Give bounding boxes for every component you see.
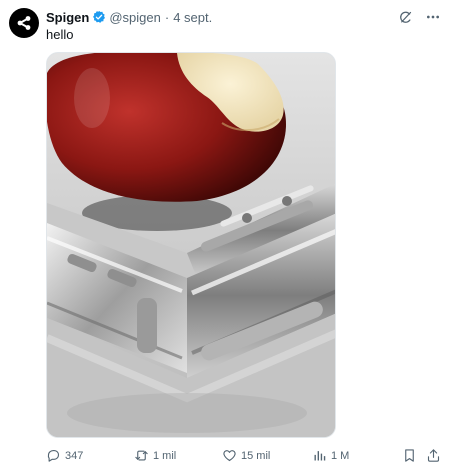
bookmark-button[interactable] <box>402 448 417 463</box>
tweet-header: Spigen @spigen · 4 sept. <box>46 8 212 26</box>
like-button[interactable]: 15 mil <box>222 448 270 463</box>
tweet-media-photo[interactable] <box>46 52 336 438</box>
author-handle[interactable]: @spigen <box>109 10 161 25</box>
reply-count: 347 <box>65 449 84 462</box>
tweet-action-bar: 347 1 mil 15 mil 1 M <box>46 448 440 466</box>
avatar[interactable] <box>9 8 39 38</box>
grok-icon[interactable] <box>396 8 414 26</box>
views-count: 1 M <box>331 449 350 462</box>
retweet-icon <box>135 450 148 461</box>
reply-button[interactable]: 347 <box>46 448 83 463</box>
like-count: 15 mil <box>241 449 271 462</box>
apple-foldable-phone-photo <box>47 53 335 437</box>
top-actions <box>396 8 442 26</box>
author-name[interactable]: Spigen <box>46 10 89 25</box>
views-chart-icon <box>314 451 326 461</box>
more-dots-icon[interactable] <box>424 8 442 26</box>
bookmark-icon <box>405 449 414 462</box>
separator: · <box>164 9 170 25</box>
retweet-count: 1 mil <box>153 449 177 462</box>
verified-badge-icon <box>92 10 106 24</box>
views-button[interactable]: 1 M <box>312 448 349 463</box>
heart-icon <box>223 450 236 462</box>
spigen-logo-icon <box>17 16 31 30</box>
tweet-text: hello <box>46 27 74 42</box>
reply-icon <box>47 449 60 462</box>
tweet-date[interactable]: 4 sept. <box>173 10 212 25</box>
share-button[interactable] <box>426 448 441 463</box>
share-icon <box>427 449 440 462</box>
retweet-button[interactable]: 1 mil <box>134 448 176 463</box>
